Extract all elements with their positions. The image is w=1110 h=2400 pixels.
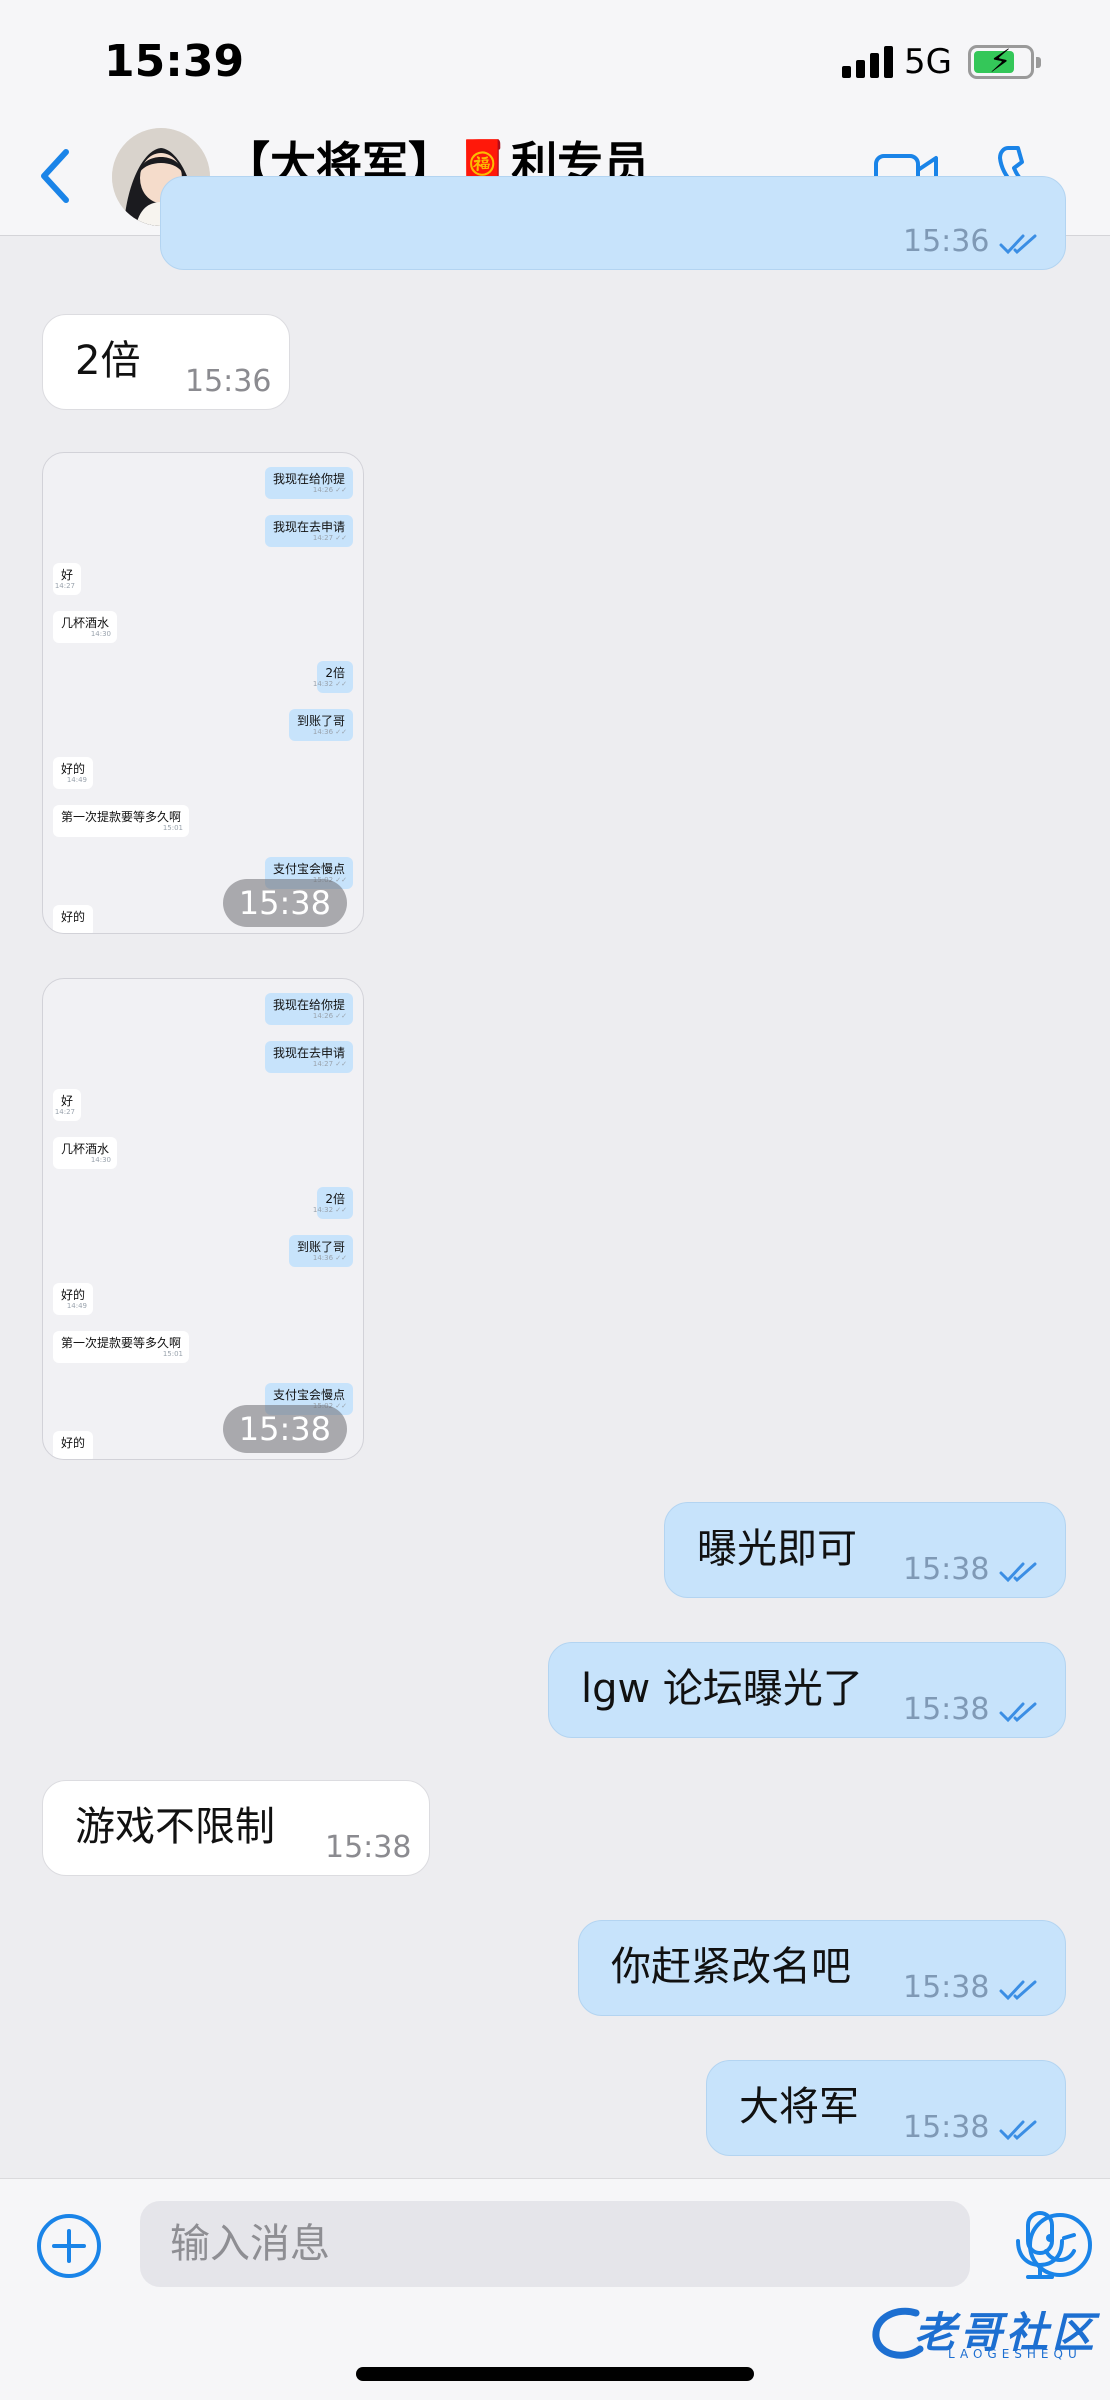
- read-check-icon: [999, 234, 1037, 255]
- input-bar: 老哥社区 LAOGESHEQU: [0, 2178, 1110, 2400]
- message-time: 15:38: [222, 879, 347, 927]
- read-check-icon: [999, 1980, 1037, 2001]
- list-item: 到账了哥 14:36 ✓✓: [288, 1235, 353, 1267]
- message-bubble[interactable]: 游戏不限制 15:38: [42, 1780, 430, 1876]
- list-item: 我现在给你提 14:26 ✓✓: [264, 993, 353, 1025]
- list-item: 几杯酒水 14:30: [53, 611, 118, 643]
- message-text: 你赶紧改名吧: [611, 1944, 851, 1990]
- list-item: 好的: [53, 905, 94, 933]
- message-time: 15:36: [185, 364, 272, 399]
- message-time: 15:36: [903, 224, 990, 259]
- status-time: 15:39: [104, 36, 245, 87]
- message-bubble[interactable]: 2倍 15:36: [42, 314, 290, 410]
- message-time: 15:38: [222, 1405, 347, 1453]
- back-arrow-icon[interactable]: [36, 146, 76, 206]
- message-text: 游戏不限制: [75, 1804, 275, 1850]
- list-item: 我现在给你提 14:26 ✓✓: [264, 467, 353, 499]
- message-time: 15:38: [903, 1692, 990, 1727]
- message-text: lgw 论坛曝光了: [581, 1666, 863, 1712]
- signal-icon: [842, 46, 894, 78]
- message-time: 15:38: [903, 1970, 990, 2005]
- message-time: 15:38: [903, 1552, 990, 1587]
- message-text: 曝光即可: [697, 1526, 857, 1572]
- message-time: 15:38: [325, 1830, 412, 1865]
- message-bubble[interactable]: 你赶紧改名吧 15:38: [578, 1920, 1066, 2016]
- message-bubble[interactable]: 15:36: [160, 176, 1066, 270]
- list-item: 好 14:27: [53, 1089, 82, 1121]
- plus-icon[interactable]: [36, 2213, 102, 2279]
- list-item: 好 14:27: [53, 563, 82, 595]
- message-bubble[interactable]: 曝光即可 15:38: [664, 1502, 1066, 1598]
- image-message[interactable]: 我现在给你提 14:26 ✓✓ 我现在去申请 14:27 ✓✓ 好 14:27 几杯酒…: [42, 452, 364, 934]
- message-input[interactable]: [170, 2201, 890, 2287]
- read-check-icon: [999, 2120, 1037, 2141]
- list-item: 第一次提款要等多久啊 15:01: [53, 805, 190, 837]
- list-item: 好的 14:49: [53, 1283, 94, 1315]
- list-item: 好的 14:49: [53, 757, 94, 789]
- home-indicator[interactable]: [356, 2367, 754, 2381]
- message-time: 15:38: [903, 2110, 990, 2145]
- message-text: 大将军: [739, 2084, 859, 2130]
- message-bubble[interactable]: lgw 论坛曝光了 15:38: [548, 1642, 1066, 1738]
- list-item: 我现在去申请 14:27 ✓✓: [264, 515, 353, 547]
- network-type: 5G: [904, 42, 952, 82]
- image-message[interactable]: 我现在给你提 14:26 ✓✓ 我现在去申请 14:27 ✓✓ 好 14:27 几杯酒…: [42, 978, 364, 1460]
- list-item: 到账了哥 14:36 ✓✓: [288, 709, 353, 741]
- read-check-icon: [999, 1702, 1037, 1723]
- list-item: 几杯酒水 14:30: [53, 1137, 118, 1169]
- microphone-icon[interactable]: [1010, 2209, 1070, 2281]
- list-item: 好的: [53, 1431, 94, 1459]
- watermark: 老哥社区 LAOGESHEQU: [868, 2299, 1100, 2365]
- list-item: 第一次提款要等多久啊 15:01: [53, 1331, 190, 1363]
- message-input-container: [140, 2201, 1092, 2287]
- watermark-subtext: LAOGESHEQU: [948, 2347, 1082, 2361]
- list-item: 2倍 14:32 ✓✓: [313, 1187, 353, 1219]
- status-bar: 15:39 5G ⚡: [0, 0, 1110, 120]
- battery-icon: ⚡: [968, 42, 1041, 80]
- list-item: 我现在去申请 14:27 ✓✓: [264, 1041, 353, 1073]
- read-check-icon: [999, 1562, 1037, 1583]
- message-text: 2倍: [75, 338, 141, 384]
- list-item: 2倍 14:32 ✓✓: [313, 661, 353, 693]
- message-bubble[interactable]: 大将军 15:38: [706, 2060, 1066, 2156]
